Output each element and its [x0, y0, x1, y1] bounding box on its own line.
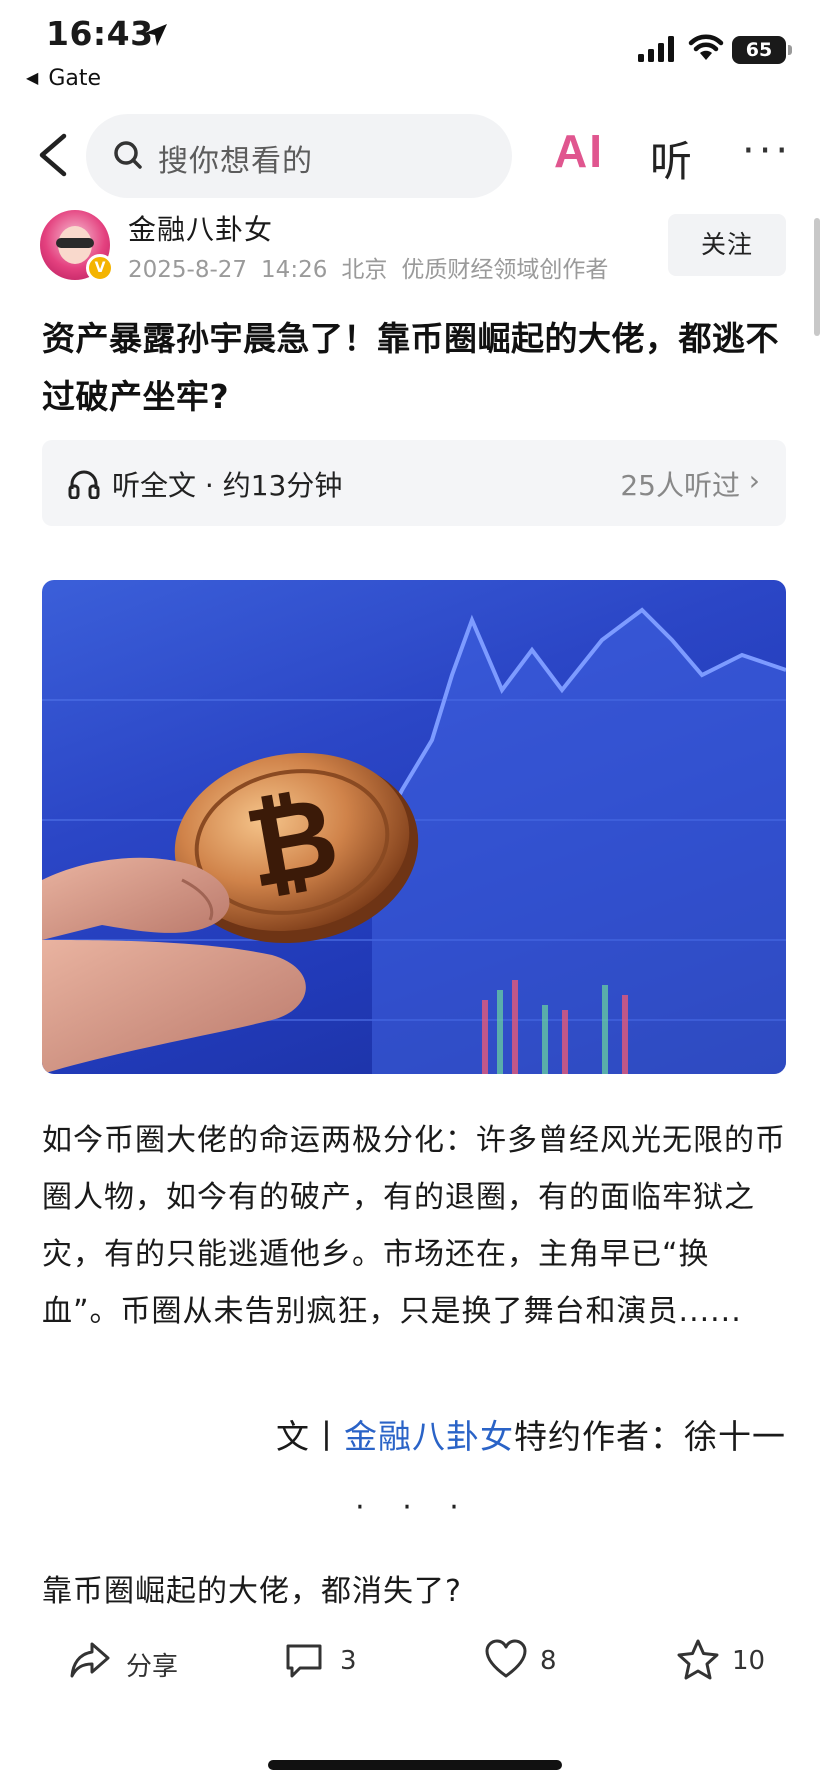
publish-location: 北京 [341, 257, 388, 283]
bitcoin-illustration: ₿ [42, 607, 786, 1074]
more-options-button[interactable]: ··· [742, 128, 792, 174]
listen-full-article-bar[interactable]: 听全文 · 约13分钟 25人听过 › [42, 440, 786, 526]
comment-icon [286, 1644, 322, 1678]
chevron-right-icon: › [748, 464, 760, 497]
back-arrow-icon[interactable] [34, 132, 74, 178]
article-title: 资产暴露孙宇晨急了！靠币圈崛起的大佬，都逃不过破产坐牢? [42, 319, 779, 416]
like-button[interactable]: 8 [484, 1638, 584, 1688]
home-indicator[interactable] [268, 1760, 562, 1770]
back-to-app-link[interactable]: ◀ Gate [26, 66, 101, 91]
heart-icon [485, 1639, 527, 1678]
share-icon [70, 1642, 110, 1678]
like-count: 8 [540, 1646, 557, 1676]
listen-count: 25人听过 [620, 469, 740, 502]
publish-time: 14:26 [261, 257, 328, 283]
listen-button[interactable]: 听 [650, 128, 692, 189]
section-separator: · · · [355, 1490, 473, 1525]
share-label: 分享 [126, 1652, 179, 1682]
back-triangle-icon: ◀ [26, 68, 39, 87]
author-meta: 2025-8-27 14:26 北京 优质财经领域创作者 [128, 250, 622, 284]
author-avatar[interactable]: V [40, 210, 114, 282]
byline-suffix: 特约作者：徐十一 [514, 1417, 786, 1456]
follow-button[interactable]: 关注 [668, 214, 786, 276]
battery-indicator: 65 [732, 36, 792, 64]
byline: 文丨金融八卦女特约作者：徐十一 [276, 1410, 786, 1458]
ai-assistant-button[interactable]: AI [554, 124, 604, 178]
byline-author-link[interactable]: 金融八卦女 [344, 1417, 514, 1456]
cellular-signal-icon [638, 36, 674, 62]
publish-date: 2025-8-27 [128, 257, 248, 283]
comment-button[interactable]: 3 [282, 1638, 382, 1688]
verified-badge-icon: V [86, 254, 114, 282]
status-time: 16:43 [46, 14, 154, 53]
scrollbar-thumb[interactable] [814, 218, 820, 336]
search-input[interactable]: 搜你想看的 [86, 114, 512, 198]
star-icon [677, 1639, 719, 1680]
author-tag: 优质财经领域创作者 [401, 257, 609, 283]
section-heading: 靠币圈崛起的大佬，都消失了? [42, 1574, 462, 1609]
byline-prefix: 文丨 [276, 1417, 344, 1456]
search-placeholder: 搜你想看的 [158, 144, 313, 179]
avatar-glasses [56, 238, 94, 248]
listen-label: 听全文 · 约13分钟 [112, 469, 343, 502]
author-name[interactable]: 金融八卦女 [128, 208, 273, 248]
status-bar: 16:43 ◀ Gate 65 [0, 0, 828, 100]
headphones-icon [68, 470, 100, 499]
back-app-label: Gate [48, 66, 102, 91]
wifi-icon [688, 34, 724, 60]
hero-image[interactable]: ₿ [42, 580, 786, 1074]
search-icon [114, 141, 142, 169]
favorite-button[interactable]: 10 [676, 1638, 786, 1688]
location-arrow-icon [145, 24, 167, 46]
favorite-count: 10 [732, 1646, 766, 1676]
top-nav-bar: 搜你想看的 AI 听 ··· [0, 110, 828, 200]
comment-count: 3 [340, 1646, 357, 1676]
share-button[interactable]: 分享 [68, 1638, 188, 1688]
article-body: 如今币圈大佬的命运两极分化：许多曾经风光无限的币圈人物，如今有的破产，有的退圈，… [42, 1123, 786, 1329]
